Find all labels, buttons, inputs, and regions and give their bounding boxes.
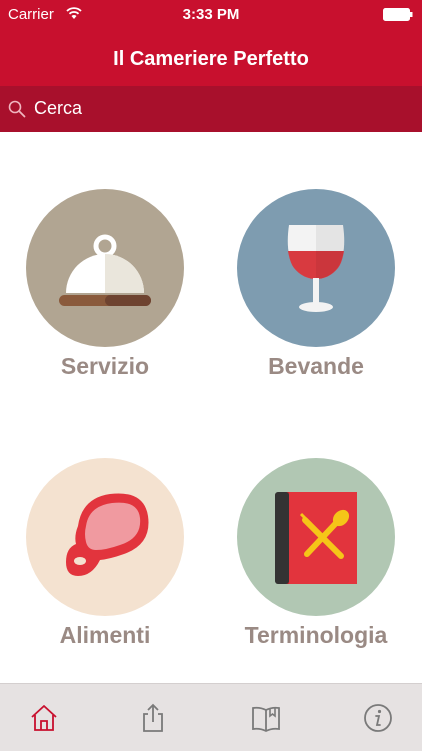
category-circle[interactable] — [26, 458, 184, 616]
category-terminologia[interactable]: Terminologia — [216, 458, 416, 658]
meat-steak-icon — [66, 493, 149, 576]
search-input[interactable]: Cerca — [34, 98, 82, 119]
wine-glass-icon — [287, 225, 345, 312]
search-bar[interactable]: Cerca — [0, 86, 422, 132]
category-circle[interactable] — [26, 189, 184, 347]
menu-book-icon — [275, 492, 357, 584]
home-icon[interactable] — [28, 702, 60, 734]
category-label: Alimenti — [59, 622, 151, 648]
tab-bar — [0, 683, 422, 751]
category-alimenti[interactable]: Alimenti — [5, 458, 205, 658]
category-label: Servizio — [60, 353, 150, 379]
category-label: Terminologia — [244, 622, 388, 648]
category-label: Bevande — [268, 353, 364, 379]
category-circle[interactable] — [237, 458, 395, 616]
status-bar: Carrier 3:33 PM — [0, 0, 422, 30]
category-servizio[interactable]: Servizio — [5, 189, 205, 389]
category-bevande[interactable]: Bevande — [216, 189, 416, 389]
navigation-bar: Il Cameriere Perfetto — [0, 30, 422, 86]
battery-icon — [383, 8, 413, 21]
status-time: 3:33 PM — [182, 6, 240, 23]
search-icon — [8, 100, 26, 118]
share-icon[interactable] — [137, 702, 169, 734]
page-title: Il Cameriere Perfetto — [113, 48, 309, 70]
category-circle[interactable] — [237, 189, 395, 347]
cloche-icon — [59, 234, 151, 306]
book-icon[interactable] — [250, 702, 282, 734]
info-icon[interactable] — [362, 702, 394, 734]
